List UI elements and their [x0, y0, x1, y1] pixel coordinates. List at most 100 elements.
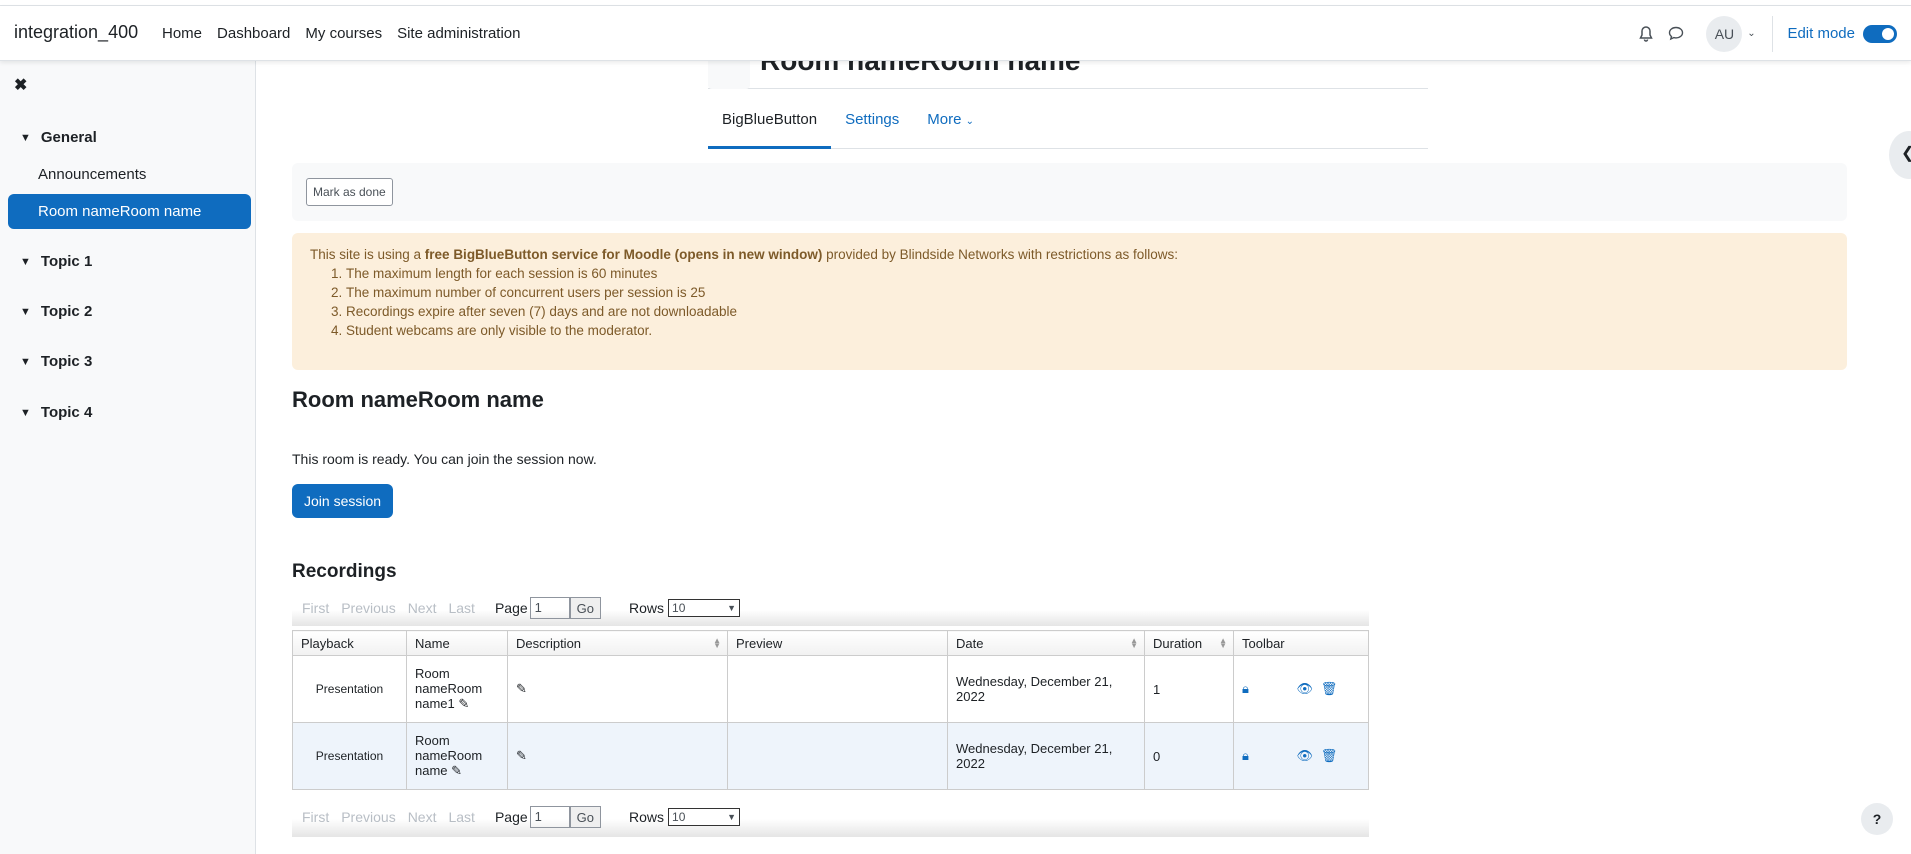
section-general[interactable]: ▼ General [20, 129, 97, 146]
secondary-navigation: BigBlueButton Settings More ⌄ [708, 93, 1428, 149]
user-avatar[interactable]: AU [1706, 15, 1743, 52]
previous-page-link[interactable]: Previous [341, 600, 395, 616]
col-toolbar[interactable]: Toolbar [1233, 630, 1369, 656]
page-number-input[interactable]: 1 [529, 806, 570, 828]
go-button[interactable]: Go [569, 597, 601, 619]
rows-value: 10 [672, 601, 686, 615]
restriction-item: The maximum length for each session is 6… [346, 266, 1829, 281]
tab-settings[interactable]: Settings [831, 93, 913, 149]
rows-label: Rows [629, 809, 665, 825]
eye-icon[interactable]: 👁︎ [1297, 748, 1314, 763]
page-label: Page [494, 600, 528, 616]
tab-more-label: More [927, 111, 962, 128]
nav-home[interactable]: Home [162, 25, 202, 42]
recording-name: Room nameRoom name ✎ [406, 722, 508, 790]
last-page-link[interactable]: Last [448, 600, 474, 616]
trash-icon[interactable]: 🗑︎ [1321, 681, 1338, 696]
join-session-button[interactable]: Join session [292, 484, 394, 518]
lock-icon[interactable]: 🔒︎ [1242, 681, 1249, 696]
chat-icon[interactable] [1662, 20, 1690, 48]
go-button[interactable]: Go [569, 806, 601, 828]
chevron-down-icon[interactable]: ▼ [20, 306, 31, 318]
chevron-down-icon[interactable]: ▼ [20, 407, 31, 419]
rows-value: 10 [672, 810, 686, 824]
course-item-room-name[interactable]: Room nameRoom name [8, 194, 251, 229]
col-name[interactable]: Name [406, 630, 508, 656]
chevron-down-icon: ▼ [727, 812, 737, 822]
chevron-down-icon[interactable]: ▼ [20, 132, 31, 144]
nav-site-administration[interactable]: Site administration [397, 25, 520, 42]
rows-select[interactable]: 10 ▼ [668, 599, 741, 617]
col-description-label: Description [516, 635, 582, 651]
chevron-down-icon[interactable]: ⌄ [1742, 20, 1760, 48]
nav-my-courses[interactable]: My courses [305, 25, 382, 42]
chevron-left-icon: ❮ [1901, 145, 1911, 162]
lock-icon[interactable]: 🔒︎ [1242, 748, 1249, 763]
page-number-input[interactable]: 1 [529, 597, 570, 619]
notice-link[interactable]: free BigBlueButton service for Moodle (o… [425, 247, 823, 262]
chevron-down-icon: ⌄ [965, 116, 975, 127]
help-button[interactable]: ? [1861, 803, 1893, 835]
recordings-heading: Recordings [292, 561, 397, 582]
page-title: Room nameRoom name [760, 61, 1081, 77]
course-index-drawer: ✖ ▼ General Announcements Room nameRoom … [0, 61, 256, 854]
edit-mode-label: Edit mode [1787, 25, 1855, 42]
previous-page-link[interactable]: Previous [341, 809, 395, 825]
restriction-item: Student webcams are only visible to the … [346, 323, 1829, 338]
section-label: Topic 2 [40, 303, 93, 320]
chevron-down-icon[interactable]: ▼ [20, 356, 31, 368]
table-row: Presentation Room nameRoom name ✎ ✎ Wedn… [292, 722, 1369, 790]
section-topic-1[interactable]: ▼ Topic 1 [20, 253, 92, 270]
col-duration[interactable]: Duration ▲ ▼ [1144, 630, 1234, 656]
playback-link[interactable]: Presentation [292, 722, 407, 790]
eye-icon[interactable]: 👁︎ [1297, 681, 1314, 696]
col-preview[interactable]: Preview [727, 630, 948, 656]
pencil-icon[interactable]: ✎ [516, 748, 527, 763]
pagination-bottom: First Previous Next Last Page 1 Go Rows … [292, 797, 1369, 837]
pencil-icon[interactable]: ✎ [458, 696, 469, 711]
edit-mode-toggle[interactable] [1863, 24, 1897, 43]
tab-bigbluebutton[interactable]: BigBlueButton [708, 93, 832, 149]
site-brand[interactable]: integration_400 [14, 22, 138, 43]
recording-duration: 0 [1144, 722, 1234, 790]
next-page-link[interactable]: Next [408, 600, 437, 616]
navbar-divider [1772, 15, 1774, 52]
block-drawer-toggle[interactable]: ❮ [1889, 131, 1911, 179]
chevron-down-icon[interactable]: ▼ [20, 256, 31, 268]
recording-name-text: Room nameRoom name1 [415, 666, 483, 711]
rows-select[interactable]: 10 ▼ [668, 808, 741, 826]
course-item-announcements[interactable]: Announcements [38, 166, 146, 183]
recording-date: Wednesday, December 21, 2022 [947, 722, 1145, 790]
section-label: Topic 3 [40, 353, 93, 370]
last-page-link[interactable]: Last [448, 809, 474, 825]
section-topic-3[interactable]: ▼ Topic 3 [20, 353, 92, 370]
restriction-item: The maximum number of concurrent users p… [346, 285, 1829, 300]
pencil-icon[interactable]: ✎ [451, 763, 462, 778]
section-label: Topic 4 [40, 404, 93, 421]
section-topic-2[interactable]: ▼ Topic 2 [20, 303, 92, 320]
nav-dashboard[interactable]: Dashboard [217, 25, 290, 42]
recording-description: ✎ [507, 655, 728, 723]
tab-more[interactable]: More ⌄ [913, 93, 988, 149]
col-duration-label: Duration [1153, 635, 1203, 651]
notice-pre: This site is using a [310, 247, 425, 262]
recording-name: Room nameRoom name1 ✎ [406, 655, 508, 723]
close-icon[interactable]: ✖ [14, 75, 27, 95]
trash-icon[interactable]: 🗑︎ [1321, 748, 1338, 763]
table-header-row: Playback Name Description ▲ ▼ Preview Date… [292, 630, 1369, 656]
first-page-link[interactable]: First [302, 809, 329, 825]
bell-icon[interactable] [1632, 20, 1660, 48]
completion-panel: Mark as done [292, 163, 1847, 221]
sort-icon: ▲ ▼ [1130, 636, 1138, 650]
first-page-link[interactable]: First [302, 600, 329, 616]
section-topic-4[interactable]: ▼ Topic 4 [20, 404, 92, 421]
recording-toolbar: 🔒︎ 👁︎ 🗑︎ [1233, 722, 1369, 790]
mark-as-done-button[interactable]: Mark as done [306, 178, 393, 206]
playback-link[interactable]: Presentation [292, 655, 407, 723]
next-page-link[interactable]: Next [408, 809, 437, 825]
col-playback[interactable]: Playback [292, 630, 407, 656]
col-date[interactable]: Date ▲ ▼ [947, 630, 1145, 656]
pencil-icon[interactable]: ✎ [516, 681, 527, 696]
rows-label: Rows [629, 600, 665, 616]
col-description[interactable]: Description ▲ ▼ [507, 630, 728, 656]
